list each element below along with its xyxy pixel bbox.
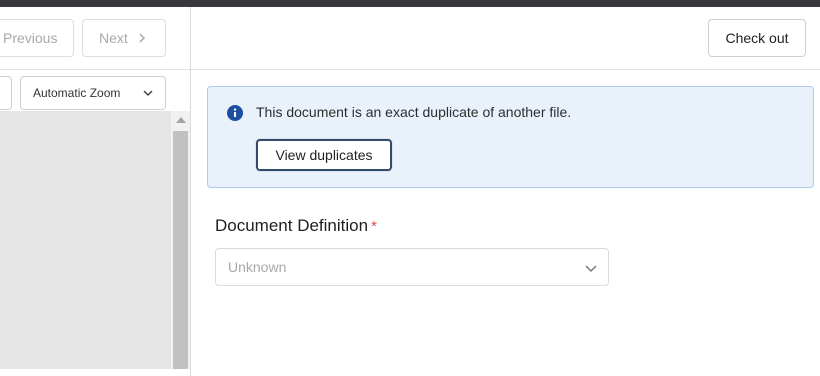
info-icon: [227, 105, 243, 121]
previous-button[interactable]: Previous: [0, 19, 74, 57]
document-definition-label-text: Document Definition: [215, 216, 369, 235]
view-duplicates-label: View duplicates: [275, 147, 373, 163]
duplicate-alert: This document is an exact duplicate of a…: [207, 86, 814, 188]
toolbar-divider: [0, 69, 190, 70]
document-definition-placeholder: Unknown: [228, 259, 287, 275]
pane-separator[interactable]: [190, 7, 191, 376]
view-duplicates-button[interactable]: View duplicates: [256, 139, 392, 171]
document-definition-label: Document Definition *: [215, 216, 377, 236]
zoom-select-value: Automatic Zoom: [33, 86, 121, 100]
next-button[interactable]: Next: [82, 19, 166, 57]
window-top-bar: [0, 0, 820, 7]
header-divider: [191, 69, 820, 70]
document-canvas: [0, 111, 171, 369]
scroll-up-arrow-icon[interactable]: [176, 117, 186, 123]
chevron-down-icon: [584, 261, 598, 275]
alert-message: This document is an exact duplicate of a…: [256, 104, 572, 120]
previous-button-label: Previous: [3, 30, 58, 46]
chevron-down-icon: [142, 87, 154, 99]
chevron-right-icon: [138, 32, 146, 44]
next-button-label: Next: [99, 30, 128, 46]
zoom-out-button[interactable]: [0, 76, 12, 110]
zoom-select[interactable]: Automatic Zoom: [20, 76, 166, 110]
viewer-scrollbar[interactable]: [171, 111, 190, 369]
document-definition-select[interactable]: Unknown: [215, 248, 609, 286]
required-marker: *: [371, 218, 377, 235]
check-out-button-label: Check out: [725, 30, 789, 46]
check-out-button[interactable]: Check out: [708, 19, 806, 57]
scrollbar-thumb[interactable]: [173, 131, 188, 369]
